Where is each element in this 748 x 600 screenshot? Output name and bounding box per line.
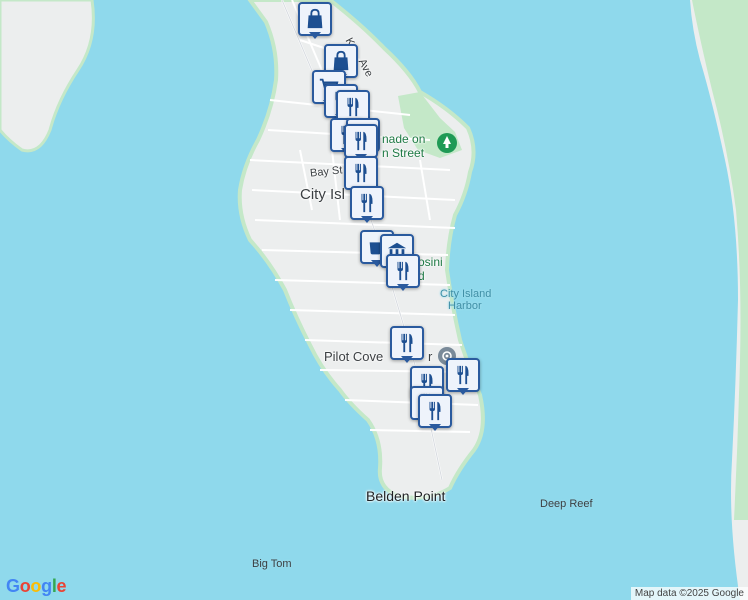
marker-pointer	[309, 32, 321, 39]
fork-knife-icon	[429, 401, 441, 421]
shopping-bag-icon	[333, 50, 349, 71]
fork-knife-icon	[401, 333, 413, 353]
label-promenade-2: n Street	[382, 146, 425, 160]
label-pilot-cove-tail: r	[428, 349, 433, 364]
marker-badge[interactable]	[418, 394, 452, 428]
fork-knife-icon	[355, 131, 367, 151]
label-pilot-cove: Pilot Cove	[324, 349, 384, 364]
marker-badge[interactable]	[350, 186, 384, 220]
map-base	[0, 0, 748, 600]
label-belden-point: Belden Point	[366, 488, 446, 504]
marker-pointer	[457, 388, 469, 395]
park-tree-icon	[437, 133, 457, 153]
marker-badge[interactable]	[390, 326, 424, 360]
fork-knife-icon	[397, 261, 409, 281]
marker-badge[interactable]	[344, 156, 378, 190]
map-marker-restaurant[interactable]	[350, 186, 384, 226]
label-big-tom: Big Tom	[252, 558, 292, 570]
map-marker-restaurant[interactable]	[418, 394, 452, 434]
marker-badge[interactable]	[298, 2, 332, 36]
map-marker-restaurant[interactable]	[386, 254, 420, 294]
marker-badge[interactable]	[446, 358, 480, 392]
logo-letter: G	[6, 576, 20, 596]
marker-pointer	[429, 424, 441, 431]
label-deep-reef: Deep Reef	[540, 498, 593, 510]
fork-knife-icon	[457, 365, 469, 385]
label-harbor-1: City Island	[440, 288, 492, 300]
marker-pointer	[397, 284, 409, 291]
label-city-island: City Isl	[300, 186, 345, 203]
logo-letter: g	[41, 576, 52, 596]
fork-knife-icon	[361, 193, 373, 213]
logo-letter: o	[19, 576, 31, 596]
marker-badge[interactable]	[344, 124, 378, 158]
map-attribution[interactable]: Map data ©2025 Google	[630, 587, 748, 600]
map-canvas[interactable]: City Isl Bay St K Ave nade on n Street o…	[0, 0, 748, 600]
label-tosini-1: osini	[418, 255, 443, 269]
map-marker-shopping[interactable]	[298, 2, 332, 42]
logo-letter: e	[56, 576, 67, 596]
marker-pointer	[361, 216, 373, 223]
marker-pointer	[401, 356, 413, 363]
logo-letter: o	[30, 576, 42, 596]
shopping-bag-icon	[307, 8, 323, 29]
map-marker-restaurant[interactable]	[390, 326, 424, 366]
google-logo: Google	[6, 576, 67, 597]
label-harbor-2: Harbor	[448, 300, 482, 312]
fork-knife-icon	[355, 163, 367, 183]
label-promenade-1: nade on	[382, 132, 426, 146]
marker-badge[interactable]	[386, 254, 420, 288]
fork-knife-icon	[347, 97, 359, 117]
map-marker-restaurant[interactable]	[446, 358, 480, 398]
